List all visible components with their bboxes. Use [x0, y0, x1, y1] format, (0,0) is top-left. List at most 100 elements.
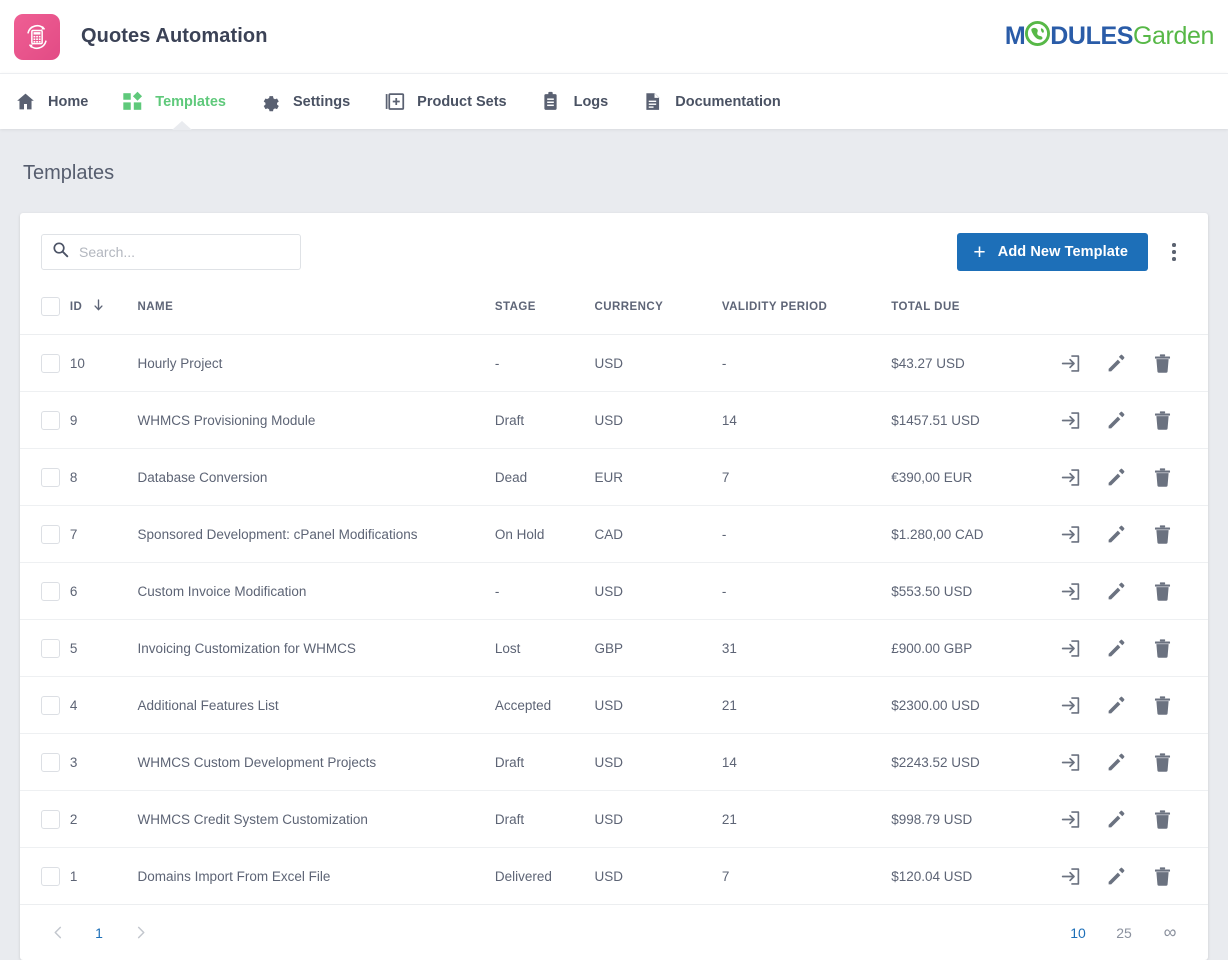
- cell-name[interactable]: WHMCS Credit System Customization: [138, 791, 495, 848]
- apply-template-icon[interactable]: [1058, 750, 1082, 774]
- page-number-1[interactable]: 1: [82, 916, 116, 950]
- header-total-due[interactable]: TOTAL DUE: [891, 289, 1058, 335]
- cell-actions: [1058, 449, 1208, 506]
- cell-total-due: $1457.51 USD: [891, 392, 1058, 449]
- edit-pencil-icon[interactable]: [1104, 465, 1128, 489]
- cell-name[interactable]: WHMCS Provisioning Module: [138, 392, 495, 449]
- row-checkbox[interactable]: [41, 696, 60, 715]
- row-checkbox[interactable]: [41, 639, 60, 658]
- cell-currency: USD: [594, 677, 721, 734]
- cell-id: 4: [70, 677, 138, 734]
- cell-name[interactable]: Database Conversion: [138, 449, 495, 506]
- apply-template-icon[interactable]: [1058, 807, 1082, 831]
- cell-name[interactable]: Custom Invoice Modification: [138, 563, 495, 620]
- row-checkbox[interactable]: [41, 867, 60, 886]
- page-size-25[interactable]: 25: [1107, 916, 1141, 950]
- edit-pencil-icon[interactable]: [1104, 522, 1128, 546]
- chevron-left-icon[interactable]: [41, 916, 75, 950]
- search-box[interactable]: [41, 234, 301, 270]
- nav-item-home[interactable]: Home: [14, 74, 105, 129]
- cell-validity-period: 21: [722, 791, 891, 848]
- apply-template-icon[interactable]: [1058, 408, 1082, 432]
- header-select-all: [20, 289, 70, 335]
- cell-stage: Draft: [495, 791, 595, 848]
- nav-item-logs[interactable]: Logs: [540, 74, 626, 129]
- header-validity-period[interactable]: VALIDITY PERIOD: [722, 289, 891, 335]
- cell-name[interactable]: Invoicing Customization for WHMCS: [138, 620, 495, 677]
- cell-actions: [1058, 677, 1208, 734]
- cell-actions: [1058, 620, 1208, 677]
- edit-pencil-icon[interactable]: [1104, 579, 1128, 603]
- cell-currency: USD: [594, 392, 721, 449]
- apply-template-icon[interactable]: [1058, 693, 1082, 717]
- apply-template-icon[interactable]: [1058, 636, 1082, 660]
- nav-item-product-sets[interactable]: Product Sets: [383, 74, 523, 129]
- nav-item-settings[interactable]: Settings: [259, 74, 367, 129]
- row-checkbox[interactable]: [41, 582, 60, 601]
- cell-stage: -: [495, 563, 595, 620]
- nav-label-settings: Settings: [293, 94, 350, 110]
- apply-template-icon[interactable]: [1058, 351, 1082, 375]
- cell-actions: [1058, 791, 1208, 848]
- row-checkbox[interactable]: [41, 411, 60, 430]
- search-input[interactable]: [79, 244, 290, 260]
- delete-trash-icon[interactable]: [1150, 465, 1174, 489]
- cell-total-due: $2243.52 USD: [891, 734, 1058, 791]
- chevron-right-icon[interactable]: [123, 916, 157, 950]
- cell-total-due: $120.04 USD: [891, 848, 1058, 905]
- edit-pencil-icon[interactable]: [1104, 807, 1128, 831]
- page-size-all[interactable]: ∞: [1153, 916, 1187, 950]
- apply-template-icon[interactable]: [1058, 579, 1082, 603]
- cell-validity-period: 14: [722, 392, 891, 449]
- row-select-cell: [20, 563, 70, 620]
- nav-item-templates[interactable]: Templates: [121, 74, 243, 129]
- cell-actions: [1058, 506, 1208, 563]
- header-stage[interactable]: STAGE: [495, 289, 595, 335]
- delete-trash-icon[interactable]: [1150, 636, 1174, 660]
- cell-validity-period: -: [722, 563, 891, 620]
- header-name[interactable]: NAME: [138, 289, 495, 335]
- delete-trash-icon[interactable]: [1150, 408, 1174, 432]
- delete-trash-icon[interactable]: [1150, 579, 1174, 603]
- delete-trash-icon[interactable]: [1150, 864, 1174, 888]
- header-id[interactable]: ID: [70, 289, 138, 335]
- row-checkbox[interactable]: [41, 753, 60, 772]
- row-checkbox[interactable]: [41, 468, 60, 487]
- modulesgarden-logo: M DULES Garden: [1005, 21, 1214, 53]
- nav-label-home: Home: [48, 94, 88, 110]
- row-checkbox[interactable]: [41, 525, 60, 544]
- cell-total-due: $553.50 USD: [891, 563, 1058, 620]
- cell-id: 6: [70, 563, 138, 620]
- home-icon: [14, 91, 36, 113]
- page-size-10[interactable]: 10: [1061, 916, 1095, 950]
- add-new-template-button[interactable]: + Add New Template: [957, 233, 1148, 271]
- apply-template-icon[interactable]: [1058, 465, 1082, 489]
- cell-currency: EUR: [594, 449, 721, 506]
- cell-name[interactable]: Hourly Project: [138, 335, 495, 392]
- edit-pencil-icon[interactable]: [1104, 636, 1128, 660]
- edit-pencil-icon[interactable]: [1104, 408, 1128, 432]
- edit-pencil-icon[interactable]: [1104, 693, 1128, 717]
- apply-template-icon[interactable]: [1058, 522, 1082, 546]
- cell-name[interactable]: WHMCS Custom Development Projects: [138, 734, 495, 791]
- edit-pencil-icon[interactable]: [1104, 351, 1128, 375]
- select-all-checkbox[interactable]: [41, 297, 60, 316]
- apply-template-icon[interactable]: [1058, 864, 1082, 888]
- box-plus-icon: [383, 91, 405, 113]
- nav-item-documentation[interactable]: Documentation: [641, 74, 798, 129]
- header-currency[interactable]: CURRENCY: [594, 289, 721, 335]
- delete-trash-icon[interactable]: [1150, 693, 1174, 717]
- delete-trash-icon[interactable]: [1150, 522, 1174, 546]
- delete-trash-icon[interactable]: [1150, 807, 1174, 831]
- row-checkbox[interactable]: [41, 810, 60, 829]
- delete-trash-icon[interactable]: [1150, 351, 1174, 375]
- cell-name[interactable]: Domains Import From Excel File: [138, 848, 495, 905]
- delete-trash-icon[interactable]: [1150, 750, 1174, 774]
- row-checkbox[interactable]: [41, 354, 60, 373]
- edit-pencil-icon[interactable]: [1104, 750, 1128, 774]
- cell-currency: USD: [594, 734, 721, 791]
- cell-name[interactable]: Sponsored Development: cPanel Modificati…: [138, 506, 495, 563]
- more-vertical-icon[interactable]: [1162, 238, 1186, 266]
- cell-name[interactable]: Additional Features List: [138, 677, 495, 734]
- edit-pencil-icon[interactable]: [1104, 864, 1128, 888]
